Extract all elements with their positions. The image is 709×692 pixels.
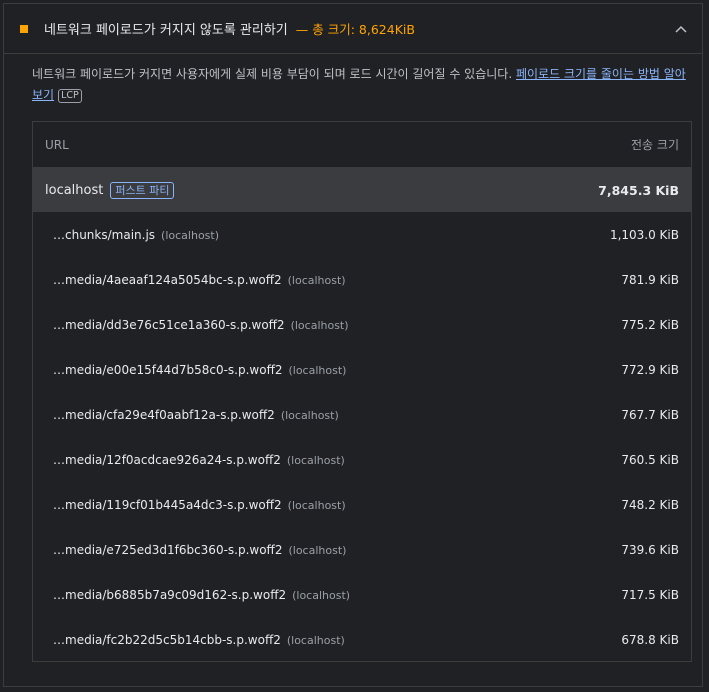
resource-url[interactable]: …media/4aeaaf124a5054bc-s.p.woff2: [53, 273, 282, 287]
table-row: …media/e00e15f44d7b58c0-s.p.woff2 (localh…: [33, 347, 691, 392]
resource-url[interactable]: …media/119cf01b445a4dc3-s.p.woff2: [53, 498, 282, 512]
resource-host: (localhost): [290, 318, 349, 332]
transfer-size: 781.9 KiB: [621, 272, 679, 287]
table-row: …media/cfa29e4f0aabf12a-s.p.woff2 (localh…: [33, 392, 691, 437]
resource-host: (localhost): [292, 588, 351, 602]
table-row: …media/e725ed3d1f6bc360-s.p.woff2 (localh…: [33, 527, 691, 572]
entity-size: 7,845.3 KiB: [598, 182, 679, 198]
table-row: …media/fc2b22d5c5b14cbb-s.p.woff2 (localh…: [33, 617, 691, 662]
resource-host: (localhost): [280, 408, 339, 422]
transfer-size: 775.2 KiB: [621, 317, 679, 332]
url-column-header: URL: [45, 137, 69, 152]
resource-url[interactable]: …media/12f0acdcae926a24-s.p.woff2: [53, 453, 281, 467]
description-text: 네트워크 페이로드가 커지면 사용자에게 실제 비용 부담이 되며 로드 시간이…: [32, 67, 516, 81]
resource-host: (localhost): [286, 633, 345, 647]
resource-url[interactable]: …media/fc2b22d5c5b14cbb-s.p.woff2: [53, 633, 281, 647]
resource-host: (localhost): [286, 453, 345, 467]
payload-table: URL 전송 크기 localhost 퍼스트 파티 7,845.3 KiB ……: [32, 121, 692, 662]
transfer-size: 717.5 KiB: [621, 587, 679, 602]
audit-header[interactable]: 네트워크 페이로드가 커지지 않도록 관리하기 — 총 크기: 8,624KiB: [4, 4, 702, 54]
audit-description: 네트워크 페이로드가 커지면 사용자에게 실제 비용 부담이 되며 로드 시간이…: [4, 54, 702, 106]
transfer-size: 739.6 KiB: [621, 542, 679, 557]
entity-name: localhost: [45, 182, 104, 198]
table-row: …media/dd3e76c51ce1a360-s.p.woff2 (localh…: [33, 302, 691, 347]
resource-host: (localhost): [161, 228, 220, 242]
transfer-size: 767.7 KiB: [621, 407, 679, 422]
resource-url[interactable]: …media/dd3e76c51ce1a360-s.p.woff2: [53, 318, 285, 332]
chevron-up-icon[interactable]: [674, 22, 688, 36]
audit-title: 네트워크 페이로드가 커지지 않도록 관리하기: [44, 23, 288, 38]
resource-url[interactable]: …media/b6885b7a9c09d162-s.p.woff2: [53, 588, 286, 602]
resource-host: (localhost): [287, 498, 346, 512]
table-row: …media/12f0acdcae926a24-s.p.woff2 (localh…: [33, 437, 691, 482]
audit-panel: 네트워크 페이로드가 커지지 않도록 관리하기 — 총 크기: 8,624KiB…: [3, 3, 703, 687]
transfer-size: 1,103.0 KiB: [609, 227, 679, 242]
resource-url[interactable]: …chunks/main.js: [53, 228, 155, 242]
resource-url[interactable]: …media/e00e15f44d7b58c0-s.p.woff2: [53, 363, 282, 377]
resource-host: (localhost): [288, 363, 347, 377]
transfer-size: 748.2 KiB: [621, 497, 679, 512]
table-row: …media/b6885b7a9c09d162-s.p.woff2 (localh…: [33, 572, 691, 617]
audit-total-size: — 총 크기: 8,624KiB: [295, 22, 415, 37]
table-header: URL 전송 크기: [33, 122, 691, 168]
table-row: …media/119cf01b445a4dc3-s.p.woff2 (localh…: [33, 482, 691, 527]
warning-square-icon: [20, 24, 28, 33]
resource-host: (localhost): [287, 273, 346, 287]
resource-url[interactable]: …media/e725ed3d1f6bc360-s.p.woff2: [53, 543, 282, 557]
transfer-size: 772.9 KiB: [621, 362, 679, 377]
resource-url[interactable]: …media/cfa29e4f0aabf12a-s.p.woff2: [53, 408, 275, 422]
transfer-size: 678.8 KiB: [621, 632, 679, 647]
transfer-size: 760.5 KiB: [621, 452, 679, 467]
resource-host: (localhost): [288, 543, 347, 557]
lcp-badge: LCP: [58, 89, 82, 103]
entity-row: localhost 퍼스트 파티 7,845.3 KiB: [33, 168, 691, 212]
table-row: …chunks/main.js (localhost) 1,103.0 KiB: [33, 212, 691, 257]
transfer-size-column-header: 전송 크기: [631, 138, 679, 152]
first-party-badge: 퍼스트 파티: [110, 181, 175, 199]
table-row: …media/4aeaaf124a5054bc-s.p.woff2 (localh…: [33, 257, 691, 302]
